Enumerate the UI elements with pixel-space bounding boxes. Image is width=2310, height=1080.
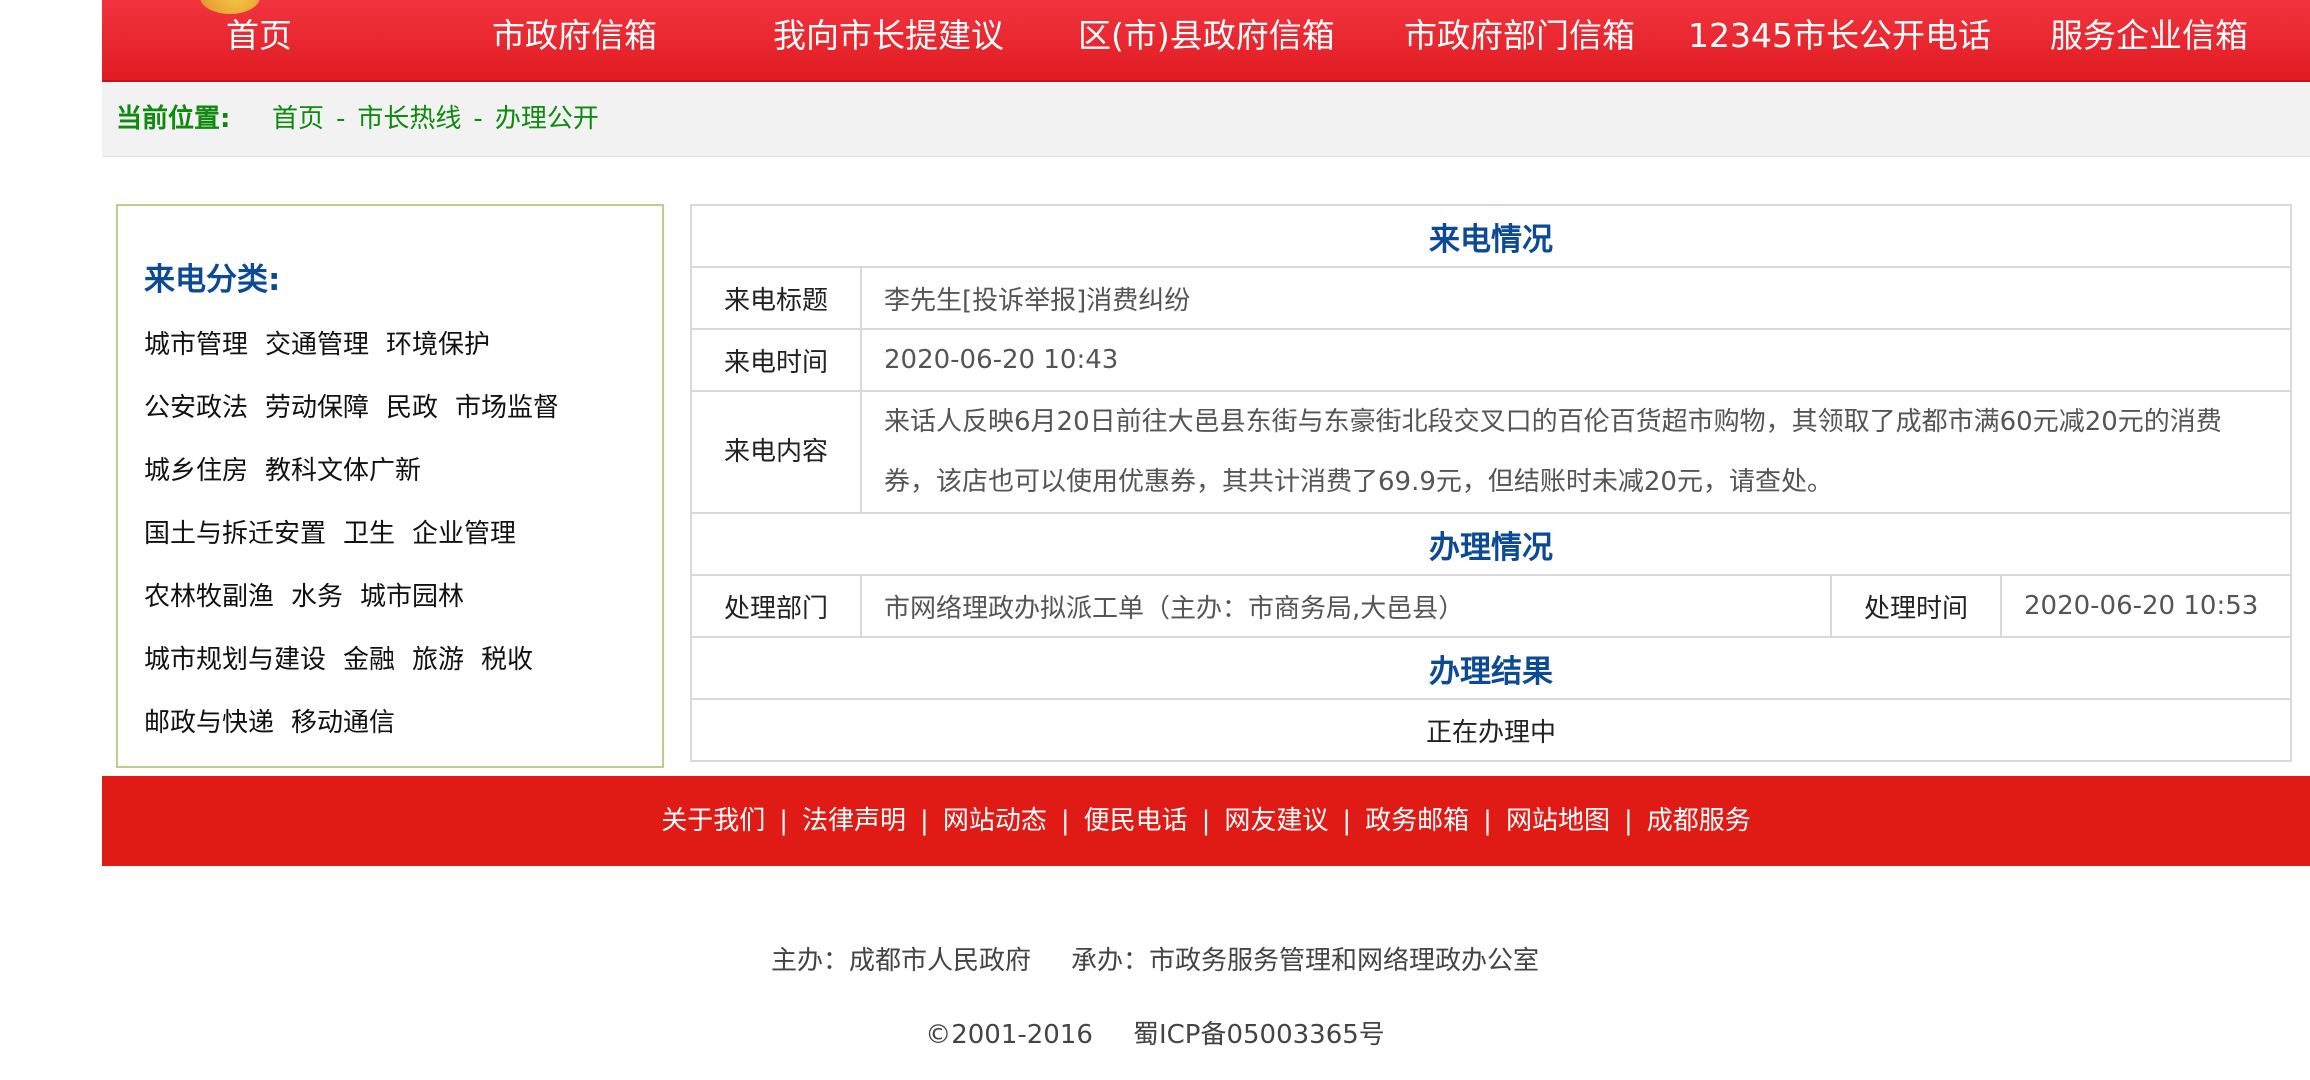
category-item[interactable]: 邮政与快递 bbox=[144, 708, 274, 738]
nav-item-city-gov-mailbox[interactable]: 市政府信箱 bbox=[492, 0, 657, 72]
footer-separator: | bbox=[779, 806, 789, 836]
footer-separator: | bbox=[1342, 806, 1352, 836]
category-row: 农林牧副渔 水务 城市园林 bbox=[144, 576, 481, 613]
category-row: 城市管理 交通管理 环境保护 bbox=[144, 324, 507, 361]
footer-link-chengdu-service[interactable]: 成都服务 bbox=[1647, 806, 1751, 836]
footer-separator: | bbox=[1623, 806, 1633, 836]
handling-time-label: 处理时间 bbox=[1830, 574, 2002, 638]
category-item[interactable]: 民政 bbox=[386, 393, 438, 423]
category-item[interactable]: 城市园林 bbox=[360, 582, 464, 612]
nav-item-enterprise-mailbox[interactable]: 服务企业信箱 bbox=[2050, 0, 2248, 72]
footer-link-about[interactable]: 关于我们 bbox=[661, 806, 765, 836]
category-item[interactable]: 卫生 bbox=[343, 519, 395, 549]
nav-item-district-mailbox[interactable]: 区(市)县政府信箱 bbox=[1078, 0, 1335, 72]
section-title-result: 办理结果 bbox=[690, 636, 2292, 700]
category-row: 城市规划与建设 金融 旅游 税收 bbox=[144, 639, 550, 676]
category-row: 邮政与快递 移动通信 bbox=[144, 702, 412, 739]
handling-dept-label: 处理部门 bbox=[690, 574, 862, 638]
footer-link-sitemap[interactable]: 网站地图 bbox=[1506, 806, 1610, 836]
section-title-call: 来电情况 bbox=[690, 204, 2292, 268]
category-item[interactable]: 旅游 bbox=[412, 645, 464, 675]
breadcrumb-links: 首页 - 市长热线 - 办理公开 bbox=[272, 82, 599, 156]
footer-separator: | bbox=[1483, 806, 1492, 836]
footer-copyright: ©2001-2016 bbox=[925, 1020, 1093, 1050]
category-item[interactable]: 市场监督 bbox=[455, 393, 559, 423]
result-value: 正在办理中 bbox=[690, 698, 2292, 762]
section-title-handling: 办理情况 bbox=[690, 512, 2292, 576]
nav-item-mayor-suggestion[interactable]: 我向市长提建议 bbox=[773, 0, 1004, 72]
page: 首页 市政府信箱 我向市长提建议 区(市)县政府信箱 市政府部门信箱 12345… bbox=[0, 0, 2310, 1080]
call-title-value: 李先生[投诉举报]消费纠纷 bbox=[860, 266, 2292, 330]
category-item[interactable]: 公安政法 bbox=[144, 393, 248, 423]
category-panel: 来电分类: 城市管理 交通管理 环境保护 公安政法 劳动保障 民政 市场监督 城乡住房 教科… bbox=[116, 204, 664, 768]
handling-dept-value: 市网络理政办拟派工单（主办：市商务局,大邑县） bbox=[860, 574, 1832, 638]
footer-link-gov-mail[interactable]: 政务邮箱 bbox=[1365, 806, 1469, 836]
category-row: 城乡住房 教科文体广新 bbox=[144, 450, 438, 487]
footer-host: 主办：成都市人民政府 bbox=[770, 946, 1031, 976]
breadcrumb: 当前位置: 首页 - 市长热线 - 办理公开 bbox=[102, 82, 2310, 157]
category-title: 来电分类: bbox=[144, 262, 281, 298]
category-item[interactable]: 交通管理 bbox=[265, 330, 369, 360]
footer-separator: | bbox=[920, 806, 929, 836]
breadcrumb-link-public[interactable]: 办理公开 bbox=[495, 104, 599, 134]
category-item[interactable]: 金融 bbox=[343, 645, 395, 675]
nav-item-12345-hotline[interactable]: 12345市长公开电话 bbox=[1688, 0, 1991, 72]
category-item[interactable]: 税收 bbox=[481, 645, 533, 675]
top-nav: 首页 市政府信箱 我向市长提建议 区(市)县政府信箱 市政府部门信箱 12345… bbox=[102, 0, 2310, 82]
handling-time-value: 2020-06-20 10:53 bbox=[2000, 574, 2292, 638]
call-content-value: 来话人反映6月20日前往大邑县东街与东豪街北段交叉口的百伦百货超市购物，其领取了… bbox=[860, 390, 2292, 514]
category-item[interactable]: 国土与拆迁安置 bbox=[144, 519, 326, 549]
nav-item-department-mailbox[interactable]: 市政府部门信箱 bbox=[1404, 0, 1635, 72]
category-item[interactable]: 企业管理 bbox=[412, 519, 516, 549]
category-item[interactable]: 城乡住房 bbox=[144, 456, 248, 486]
call-detail-table: 来电情况 来电标题 李先生[投诉举报]消费纠纷 来电时间 2020-06-20 … bbox=[690, 204, 2292, 762]
nav-item-home[interactable]: 首页 bbox=[226, 0, 292, 72]
footer-link-suggestions[interactable]: 网友建议 bbox=[1224, 806, 1328, 836]
category-item[interactable]: 农林牧副渔 bbox=[144, 582, 274, 612]
category-item[interactable]: 水务 bbox=[291, 582, 343, 612]
category-row: 国土与拆迁安置 卫生 企业管理 bbox=[144, 513, 533, 550]
category-item[interactable]: 城市规划与建设 bbox=[144, 645, 326, 675]
footer-separator: | bbox=[1060, 806, 1070, 836]
footer-link-legal[interactable]: 法律声明 bbox=[802, 806, 906, 836]
footer-link-news[interactable]: 网站动态 bbox=[943, 806, 1047, 836]
breadcrumb-separator: - bbox=[473, 104, 483, 134]
breadcrumb-link-home[interactable]: 首页 bbox=[272, 104, 324, 134]
category-item[interactable]: 环境保护 bbox=[386, 330, 490, 360]
category-row: 公安政法 劳动保障 民政 市场监督 bbox=[144, 387, 576, 424]
call-content-label: 来电内容 bbox=[690, 390, 862, 514]
call-title-label: 来电标题 bbox=[690, 266, 862, 330]
breadcrumb-link-hotline[interactable]: 市长热线 bbox=[357, 104, 461, 134]
footer-link-phones[interactable]: 便民电话 bbox=[1084, 806, 1188, 836]
breadcrumb-label: 当前位置: bbox=[116, 104, 231, 134]
footer-organizer: 承办：市政务服务管理和网络理政办公室 bbox=[1071, 946, 1540, 976]
category-item[interactable]: 教科文体广新 bbox=[265, 456, 421, 486]
category-item[interactable]: 城市管理 bbox=[144, 330, 248, 360]
footer-host-line: 主办：成都市人民政府 承办：市政务服务管理和网络理政办公室 bbox=[0, 940, 2310, 977]
footer-copyright-line: ©2001-2016 蜀ICP备05003365号 bbox=[0, 1014, 2310, 1051]
footer-icp[interactable]: 蜀ICP备05003365号 bbox=[1133, 1020, 1385, 1050]
call-time-label: 来电时间 bbox=[690, 328, 862, 392]
breadcrumb-separator: - bbox=[336, 104, 346, 134]
category-item[interactable]: 移动通信 bbox=[291, 708, 395, 738]
footer-links-bar: 关于我们 | 法律声明 | 网站动态 | 便民电话 | 网友建议 | 政务邮箱 | 网站地图 | 成都服务 bbox=[102, 776, 2310, 866]
footer-separator: | bbox=[1201, 806, 1211, 836]
category-item[interactable]: 劳动保障 bbox=[265, 393, 369, 423]
call-time-value: 2020-06-20 10:43 bbox=[860, 328, 2292, 392]
